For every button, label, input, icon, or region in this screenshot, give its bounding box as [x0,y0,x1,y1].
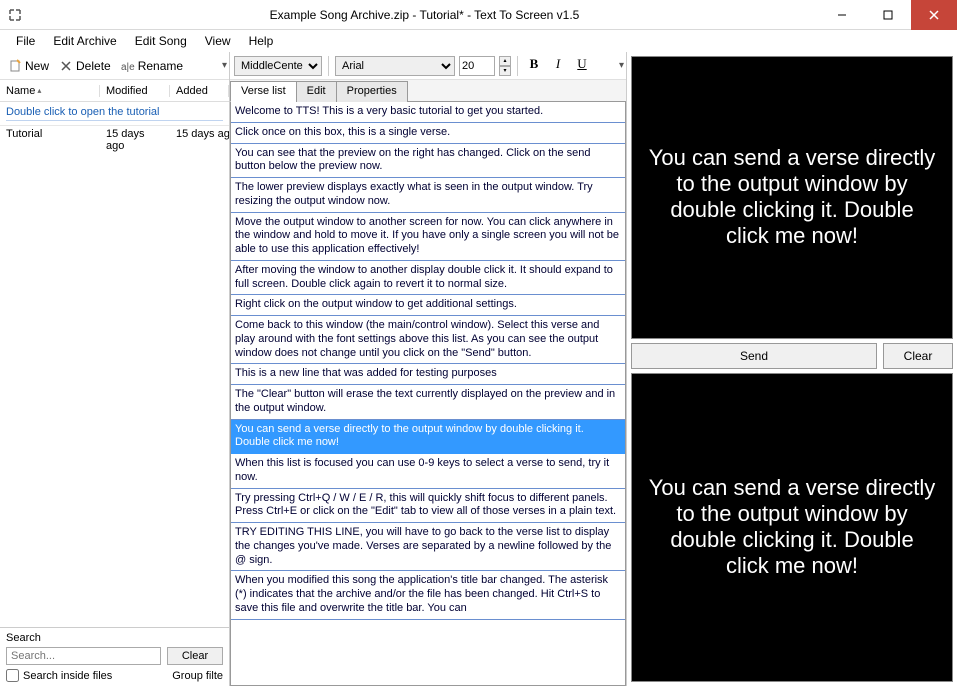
menu-help[interactable]: Help [241,32,282,50]
verse-item[interactable]: Welcome to TTS! This is a very basic tut… [231,102,625,123]
underline-button[interactable]: U [572,56,592,76]
new-button[interactable]: New [4,57,53,75]
overflow-icon[interactable]: ▾ [222,60,227,71]
verse-item[interactable]: TRY EDITING THIS LINE, you will have to … [231,523,625,571]
tab-edit[interactable]: Edit [296,81,337,102]
sort-caret-icon: ▴ [37,86,41,95]
file-modified: 15 days ago [100,128,170,152]
svg-text:a|e: a|e [121,62,135,73]
new-label: New [25,59,49,73]
file-added: 15 days ag [170,128,229,152]
verse-item[interactable]: Try pressing Ctrl+Q / W / E / R, this wi… [231,489,625,524]
menu-view[interactable]: View [197,32,239,50]
verse-item[interactable]: Right click on the output window to get … [231,295,625,316]
new-icon [8,59,22,73]
menu-edit-song[interactable]: Edit Song [127,32,195,50]
tab-properties[interactable]: Properties [336,81,408,102]
send-button[interactable]: Send [631,343,877,369]
delete-label: Delete [76,59,111,73]
verse-item[interactable]: Click once on this box, this is a single… [231,123,625,144]
tab-verse-list[interactable]: Verse list [230,81,297,102]
col-name[interactable]: Name ▴ [0,85,100,97]
verse-list[interactable]: Welcome to TTS! This is a very basic tut… [230,102,626,686]
menu-edit-archive[interactable]: Edit Archive [45,32,124,50]
file-name: Tutorial [0,128,100,152]
editor-panel: MiddleCenter Arial ▴▾ B I U ▾ Verse list… [230,52,627,686]
preview-panel: You can send a verse directly to the out… [627,52,957,686]
maximize-button[interactable] [865,0,911,30]
font-size-stepper[interactable]: ▴▾ [499,56,511,76]
archive-panel: New Delete a|e Rename ▾ Name ▴ Modified [0,52,230,686]
search-section: Search Clear Search inside files Group f… [0,627,229,686]
overflow-icon[interactable]: ▾ [619,60,624,71]
columns-header: Name ▴ Modified Added [0,80,229,102]
clear-button[interactable]: Clear [883,343,953,369]
verse-item[interactable]: This is a new line that was added for te… [231,364,625,385]
verse-item[interactable]: The "Clear" button will erase the text c… [231,385,625,420]
search-label: Search [6,632,223,644]
rename-button[interactable]: a|e Rename [117,57,187,75]
menubar: File Edit Archive Edit Song View Help [0,30,957,52]
verse-item[interactable]: When this list is focused you can use 0-… [231,454,625,489]
alignment-combo[interactable]: MiddleCenter [234,56,322,76]
verse-item[interactable]: Come back to this window (the main/contr… [231,316,625,364]
search-clear-button[interactable]: Clear [167,647,223,665]
col-added[interactable]: Added [170,85,229,97]
tutorial-hint[interactable]: Double click to open the tutorial [0,102,229,126]
verse-item[interactable]: Move the output window to another screen… [231,213,625,261]
app-icon [0,0,30,30]
verse-item[interactable]: After moving the window to another displ… [231,261,625,296]
titlebar: Example Song Archive.zip - Tutorial* - T… [0,0,957,30]
minimize-button[interactable] [819,0,865,30]
menu-file[interactable]: File [8,32,43,50]
delete-icon [59,59,73,73]
file-list[interactable]: Tutorial 15 days ago 15 days ag [0,126,229,627]
verse-item[interactable]: You can see that the preview on the righ… [231,144,625,179]
col-modified[interactable]: Modified [100,85,170,97]
editor-tabs: Verse list Edit Properties [230,80,626,102]
file-row[interactable]: Tutorial 15 days ago 15 days ag [0,126,229,154]
bold-button[interactable]: B [524,56,544,76]
verse-item[interactable]: The lower preview displays exactly what … [231,178,625,213]
close-button[interactable] [911,0,957,30]
delete-button[interactable]: Delete [55,57,115,75]
font-combo[interactable]: Arial [335,56,455,76]
search-input[interactable] [6,647,161,665]
font-size-input[interactable] [459,56,495,76]
italic-button[interactable]: I [548,56,568,76]
window-title: Example Song Archive.zip - Tutorial* - T… [30,8,819,22]
search-inside-checkbox[interactable]: Search inside files [6,669,112,682]
preview-lower[interactable]: You can send a verse directly to the out… [631,373,953,682]
format-toolbar: MiddleCenter Arial ▴▾ B I U ▾ [230,52,626,80]
verse-item[interactable]: When you modified this song the applicat… [231,571,625,619]
verse-item[interactable]: You can send a verse directly to the out… [231,420,625,455]
archive-toolbar: New Delete a|e Rename ▾ [0,52,229,80]
rename-label: Rename [138,59,183,73]
preview-upper[interactable]: You can send a verse directly to the out… [631,56,953,339]
rename-icon: a|e [121,59,135,73]
group-filter-label[interactable]: Group filte [172,670,223,682]
